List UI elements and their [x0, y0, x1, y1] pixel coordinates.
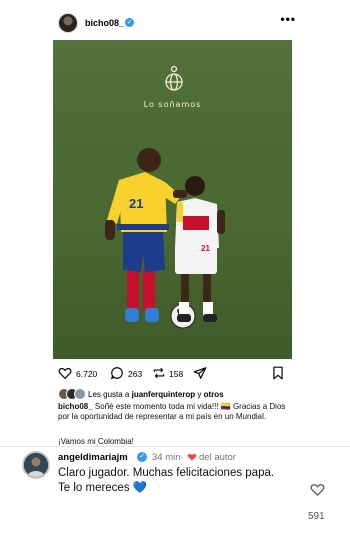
- share-icon[interactable]: [193, 366, 207, 380]
- commenter-verified-icon: ✓: [137, 452, 147, 462]
- post-actions-bar: 6.720 263 158: [47, 363, 304, 383]
- comment-like-icon[interactable]: [310, 482, 325, 497]
- comment-count[interactable]: 263: [128, 369, 142, 379]
- liked-by-prefix: Les gusta a: [88, 390, 132, 399]
- comment-icon[interactable]: [110, 366, 124, 380]
- comment-item: angeldimariajm ✓ 34 min · del autor Clar…: [0, 447, 350, 545]
- liker-avatar: [74, 388, 86, 400]
- save-icon[interactable]: [272, 366, 284, 380]
- liked-by-others[interactable]: otros: [204, 390, 224, 399]
- like-icon[interactable]: [58, 366, 72, 380]
- more-options-icon[interactable]: •••: [280, 12, 296, 26]
- players-illustration: 21 21: [105, 148, 225, 329]
- commenter-avatar[interactable]: [22, 451, 50, 479]
- author-avatar[interactable]: [58, 13, 78, 33]
- author-liked-heart-icon: [187, 453, 197, 461]
- comment-text: Claro jugador. Muchas felicitaciones pap…: [58, 467, 275, 494]
- liker-avatars: [58, 388, 86, 400]
- caption-username[interactable]: bicho08_: [58, 402, 93, 411]
- like-count[interactable]: 6.720: [76, 369, 97, 379]
- comment-like-count: 591: [308, 511, 325, 522]
- adult-jersey-number: 21: [129, 196, 143, 211]
- meta-separator: ·: [180, 452, 184, 463]
- caption-text: Soñé este momento toda mi vida!!! 🇨🇴 Gra…: [58, 402, 286, 421]
- author-username[interactable]: bicho08_: [85, 18, 124, 28]
- instagram-post: bicho08_ ✓ ••• Lo soñamos 21 21 6.720 26…: [47, 0, 304, 448]
- author-liked-label: del autor: [199, 452, 236, 463]
- liked-by-conjunction: y: [195, 390, 204, 399]
- verified-badge-icon: ✓: [125, 18, 134, 27]
- comment-timestamp: 34 min: [152, 452, 181, 463]
- post-header: bicho08_ ✓ •••: [47, 10, 304, 36]
- commenter-username[interactable]: angeldimariajm: [58, 452, 128, 463]
- post-caption: bicho08_ Soñé este momento toda mi vida!…: [58, 402, 288, 422]
- repost-count[interactable]: 158: [169, 369, 183, 379]
- liked-by-text: Les gusta a juanferquinterop y otros: [88, 390, 224, 399]
- child-jersey-number: 21: [201, 244, 210, 253]
- caption-second-line: ¡Vamos mi Colombia!: [58, 437, 134, 446]
- liked-by-user[interactable]: juanferquinterop: [132, 390, 196, 399]
- commenter-photo: [24, 453, 48, 477]
- repost-icon[interactable]: [152, 366, 166, 380]
- post-photo[interactable]: Lo soñamos 21 21: [53, 40, 292, 359]
